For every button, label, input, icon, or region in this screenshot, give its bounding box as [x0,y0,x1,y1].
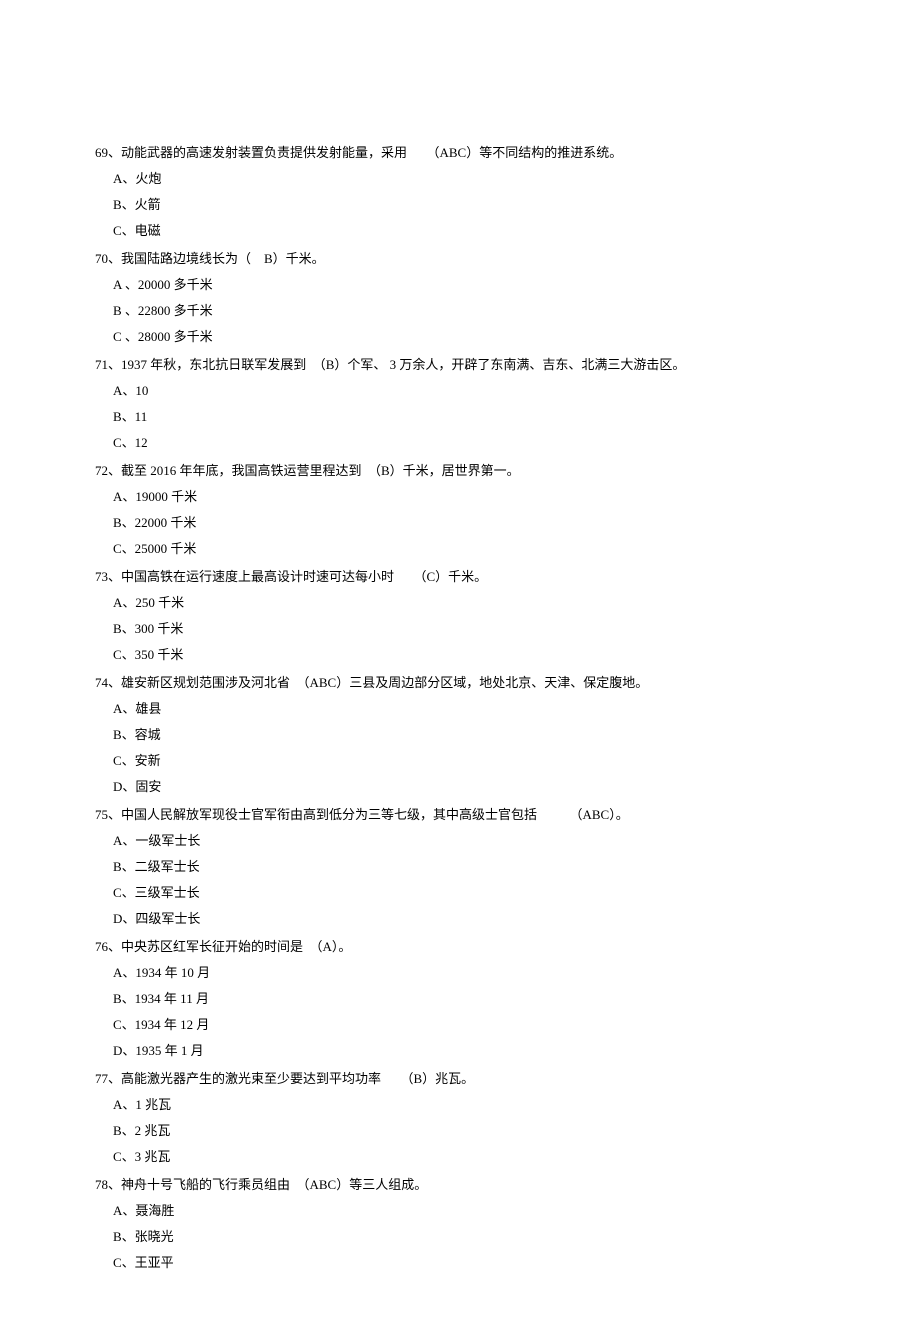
option: B、容城 [95,722,825,748]
option: A、1934 年 10 月 [95,960,825,986]
question-text: 69、动能武器的高速发射装置负责提供发射能量，采用 （ABC）等不同结构的推进系… [95,140,825,166]
option: C、1934 年 12 月 [95,1012,825,1038]
question-text: 75、中国人民解放军现役士官军衔由高到低分为三等七级，其中高级士官包括 （ABC… [95,802,825,828]
question-71: 71、1937 年秋，东北抗日联军发展到 （B）个军、 3 万余人，开辟了东南满… [95,352,825,456]
question-73: 73、中国高铁在运行速度上最高设计时速可达每小时 （C）千米。A、250 千米B… [95,564,825,668]
question-70: 70、我国陆路边境线长为（ B）千米。A 、20000 多千米B 、22800 … [95,246,825,350]
question-76: 76、中央苏区红军长征开始的时间是 （A）。A、1934 年 10 月B、193… [95,934,825,1064]
question-75: 75、中国人民解放军现役士官军衔由高到低分为三等七级，其中高级士官包括 （ABC… [95,802,825,932]
option: A、250 千米 [95,590,825,616]
option: B、火箭 [95,192,825,218]
option: B、2 兆瓦 [95,1118,825,1144]
option: C 、28000 多千米 [95,324,825,350]
question-74: 74、雄安新区规划范围涉及河北省 （ABC）三县及周边部分区域，地处北京、天津、… [95,670,825,800]
option: A、聂海胜 [95,1198,825,1224]
option: B 、22800 多千米 [95,298,825,324]
question-69: 69、动能武器的高速发射装置负责提供发射能量，采用 （ABC）等不同结构的推进系… [95,140,825,244]
option: C、350 千米 [95,642,825,668]
option: A、雄县 [95,696,825,722]
option: C、王亚平 [95,1250,825,1276]
question-78: 78、神舟十号飞船的飞行乘员组由 （ABC）等三人组成。A、聂海胜B、张晓光C、… [95,1172,825,1276]
question-text: 71、1937 年秋，东北抗日联军发展到 （B）个军、 3 万余人，开辟了东南满… [95,352,825,378]
option: B、300 千米 [95,616,825,642]
question-text: 73、中国高铁在运行速度上最高设计时速可达每小时 （C）千米。 [95,564,825,590]
question-text: 77、高能激光器产生的激光束至少要达到平均功率 （B）兆瓦。 [95,1066,825,1092]
question-77: 77、高能激光器产生的激光束至少要达到平均功率 （B）兆瓦。A、1 兆瓦B、2 … [95,1066,825,1170]
question-text: 76、中央苏区红军长征开始的时间是 （A）。 [95,934,825,960]
option: D、固安 [95,774,825,800]
option: A、10 [95,378,825,404]
option: D、1935 年 1 月 [95,1038,825,1064]
option: B、二级军士长 [95,854,825,880]
question-text: 72、截至 2016 年年底，我国高铁运营里程达到 （B）千米，居世界第一。 [95,458,825,484]
option: C、25000 千米 [95,536,825,562]
question-text: 74、雄安新区规划范围涉及河北省 （ABC）三县及周边部分区域，地处北京、天津、… [95,670,825,696]
option: C、安新 [95,748,825,774]
option: A、火炮 [95,166,825,192]
option: B、11 [95,404,825,430]
document-content: 69、动能武器的高速发射装置负责提供发射能量，采用 （ABC）等不同结构的推进系… [95,140,825,1276]
option: C、电磁 [95,218,825,244]
option: C、3 兆瓦 [95,1144,825,1170]
option: A 、20000 多千米 [95,272,825,298]
option: B、22000 千米 [95,510,825,536]
option: C、12 [95,430,825,456]
option: A、1 兆瓦 [95,1092,825,1118]
question-72: 72、截至 2016 年年底，我国高铁运营里程达到 （B）千米，居世界第一。A、… [95,458,825,562]
question-text: 70、我国陆路边境线长为（ B）千米。 [95,246,825,272]
option: C、三级军士长 [95,880,825,906]
option: B、张晓光 [95,1224,825,1250]
option: A、19000 千米 [95,484,825,510]
option: A、一级军士长 [95,828,825,854]
option: D、四级军士长 [95,906,825,932]
option: B、1934 年 11 月 [95,986,825,1012]
question-text: 78、神舟十号飞船的飞行乘员组由 （ABC）等三人组成。 [95,1172,825,1198]
